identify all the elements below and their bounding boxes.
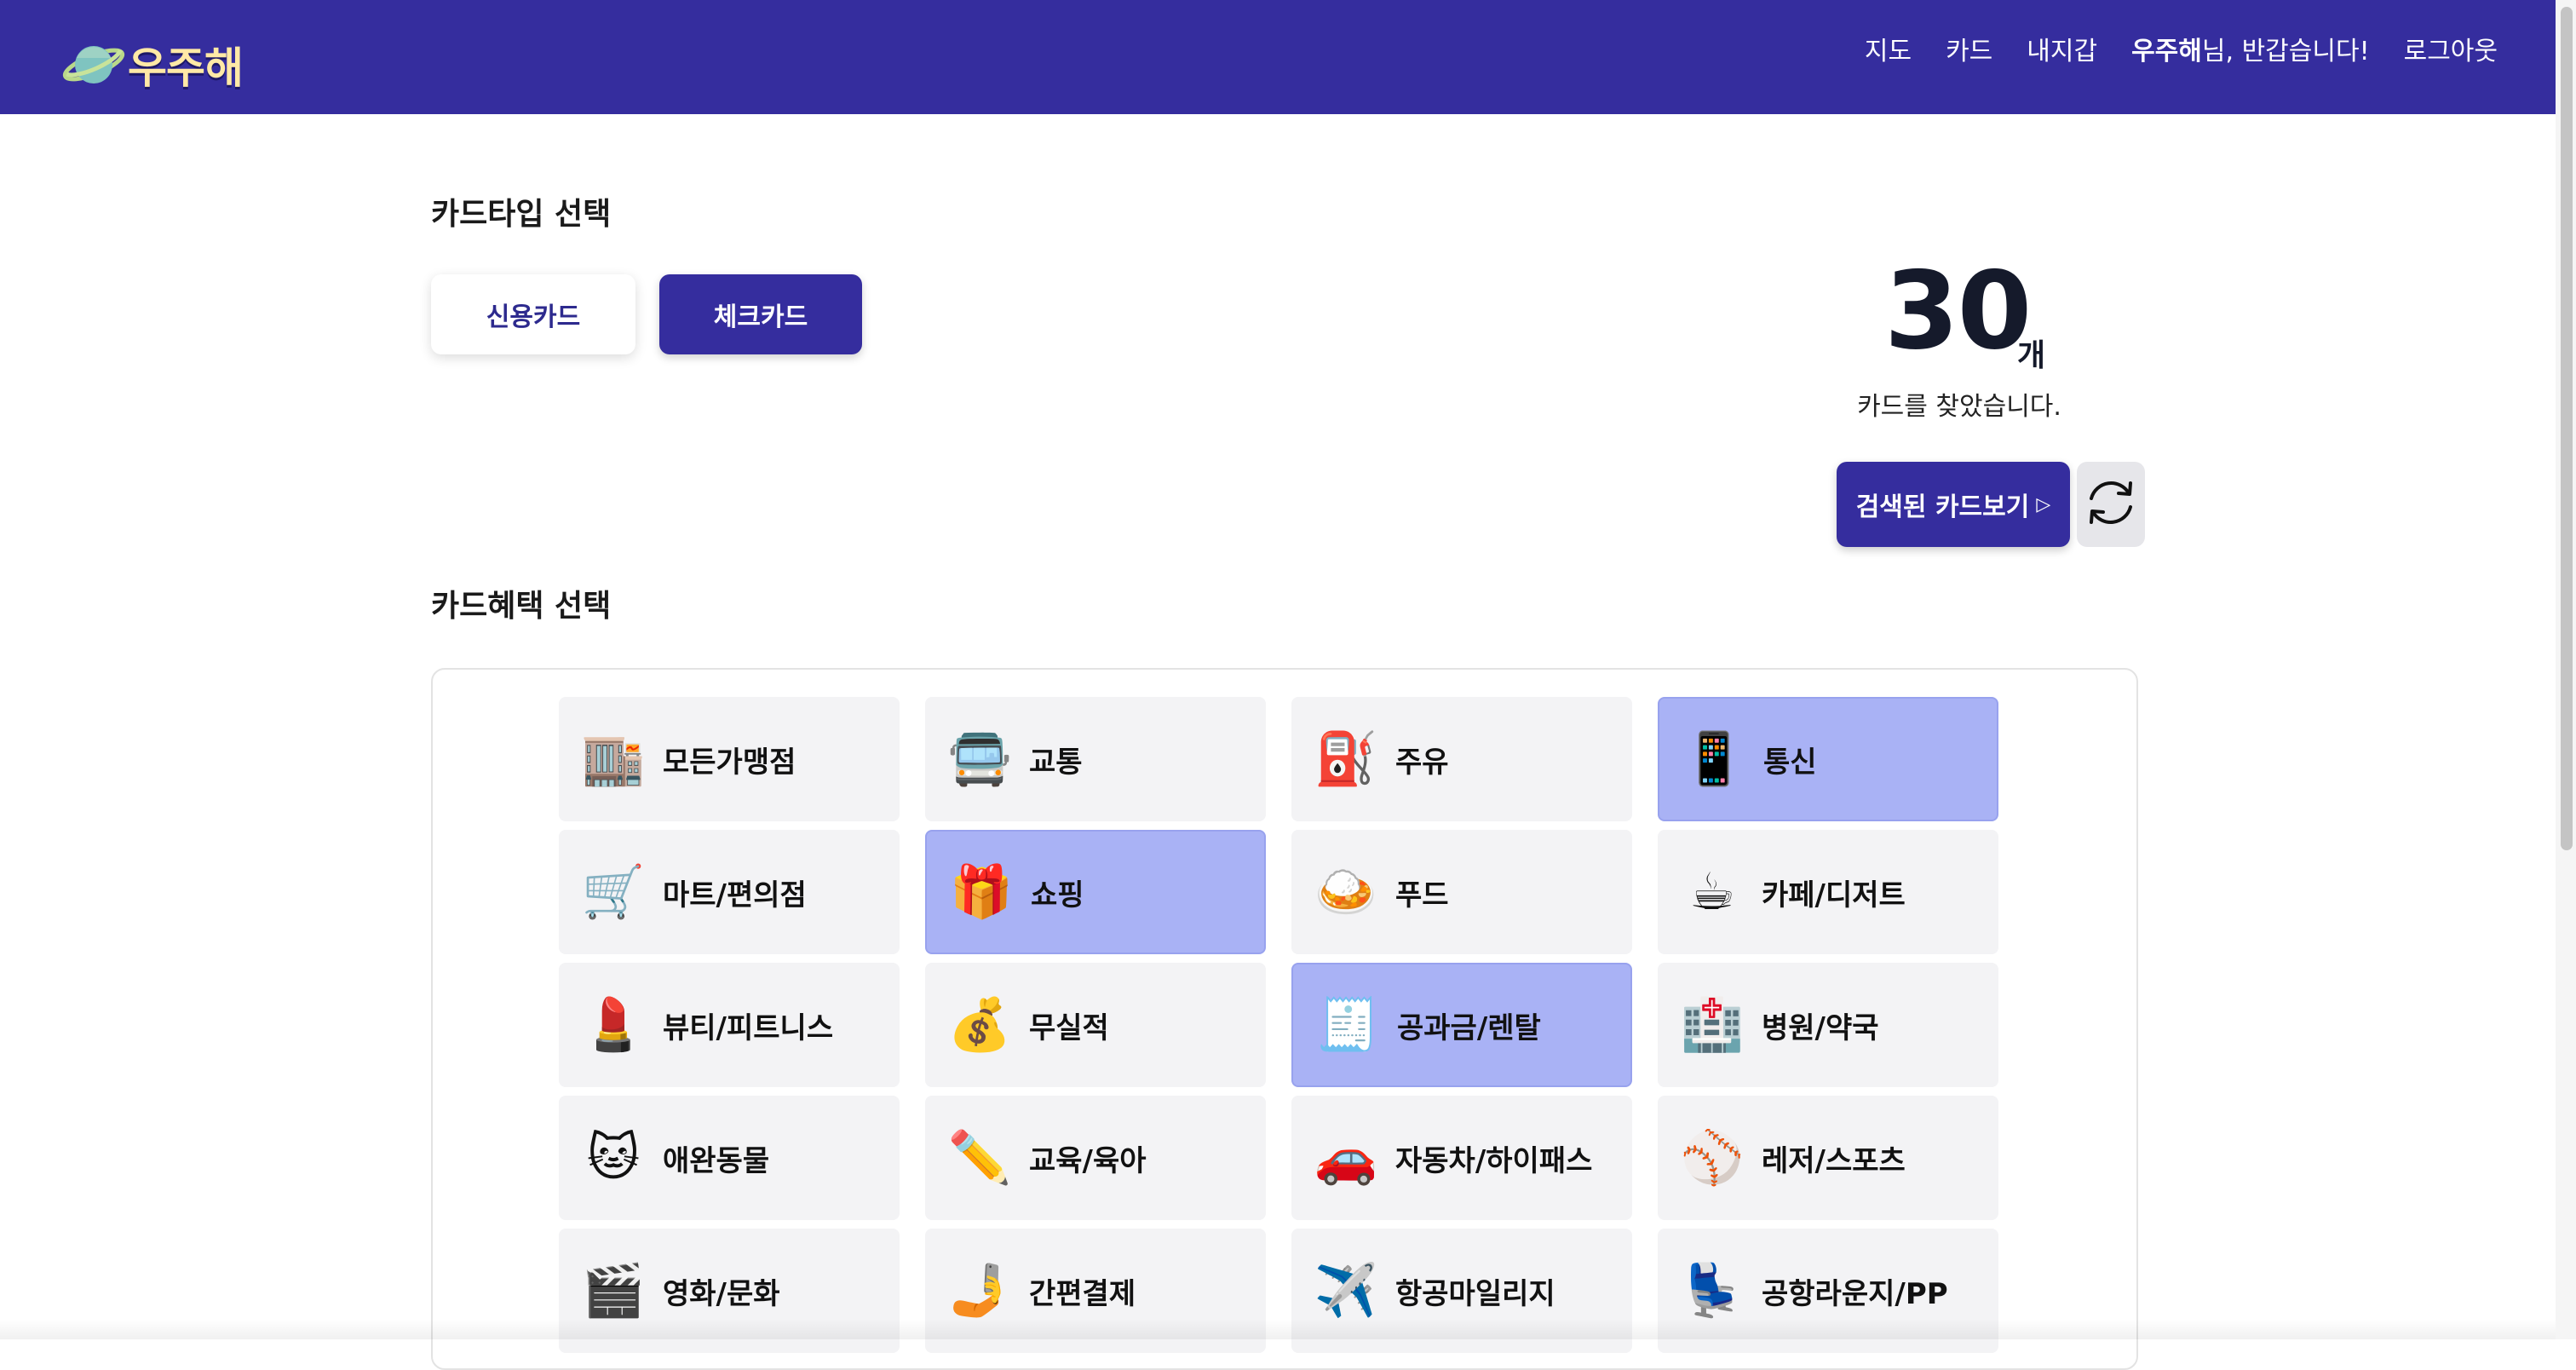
refresh-icon [2083, 475, 2139, 534]
card-count: 30 [1884, 248, 2032, 373]
scrollbar-thumb[interactable] [2561, 7, 2573, 850]
reset-button[interactable] [2077, 462, 2145, 547]
logo-text: 우주해 [128, 43, 244, 93]
nav-links: 지도 카드 내지갑 우주해님, 반갑습니다! 로그아웃 [1831, 27, 2498, 70]
logout-link[interactable]: 로그아웃 [2404, 30, 2498, 67]
benefit-item[interactable]: 🏥 병원/약국 [1658, 963, 1998, 1087]
benefit-item[interactable]: 🚗 자동차/하이패스 [1291, 1096, 1632, 1220]
benefit-label: 통신 [1763, 745, 1817, 780]
fuel-pump-icon: ⛽ [1314, 729, 1378, 789]
benefit-item[interactable]: 🚍 교통 [925, 697, 1266, 821]
benefit-label: 항공마일리지 [1395, 1276, 1555, 1311]
mobile-phone-icon: 📱 [1682, 729, 1746, 789]
benefit-label: 쇼핑 [1031, 878, 1084, 912]
page-scrollbar[interactable] [2556, 0, 2576, 1339]
baseball-icon: ⚾ [1680, 1128, 1745, 1188]
gift-icon: 🎁 [949, 862, 1014, 922]
receipt-icon: 🧾 [1315, 995, 1380, 1055]
bottom-shadow [0, 1319, 2556, 1339]
lipstick-icon: 💄 [581, 995, 646, 1055]
benefit-label: 뷰티/피트니스 [663, 1010, 834, 1045]
money-bag-icon: 💰 [947, 995, 1012, 1055]
airplane-icon: ✈️ [1314, 1261, 1378, 1321]
benefit-item[interactable]: ⚾ 레저/스포츠 [1658, 1096, 1998, 1220]
benefit-label: 교육/육아 [1029, 1143, 1147, 1178]
benefit-label: 공항라운지/PP [1762, 1276, 1948, 1311]
benefit-label: 카페/디저트 [1762, 878, 1906, 912]
top-navbar: 우주해 지도 카드 내지갑 우주해님, 반갑습니다! 로그아웃 [0, 0, 2576, 114]
benefit-label: 간편결제 [1029, 1276, 1136, 1311]
benefit-item[interactable]: 🍛 푸드 [1291, 830, 1632, 954]
bus-icon: 🚍 [947, 729, 1012, 789]
nav-card-link[interactable]: 카드 [1946, 30, 1992, 67]
selfie-phone-icon: 🤳 [947, 1261, 1012, 1321]
benefit-item[interactable]: ☕ 카페/디저트 [1658, 830, 1998, 954]
benefit-label: 모든가맹점 [663, 745, 796, 780]
seat-icon: 💺 [1680, 1261, 1745, 1321]
benefit-item[interactable]: 🏬 모든가맹점 [559, 697, 900, 821]
view-searched-cards-button[interactable]: 검색된 카드보기 ▷ [1837, 462, 2070, 547]
benefit-label: 병원/약국 [1762, 1010, 1879, 1045]
benefit-item[interactable]: 🐱 애완동물 [559, 1096, 900, 1220]
user-name: 우주해 [2131, 37, 2202, 66]
result-count: 30 개 [1857, 247, 2079, 383]
benefit-label: 무실적 [1029, 1010, 1109, 1045]
benefit-label: 교통 [1029, 745, 1083, 780]
coffee-icon: ☕ [1689, 862, 1735, 922]
nav-map-link[interactable]: 지도 [1865, 30, 1912, 67]
benefit-label: 푸드 [1395, 878, 1449, 912]
shopping-cart-icon: 🛒 [581, 862, 646, 922]
benefit-label: 마트/편의점 [663, 878, 807, 912]
nav-wallet-link[interactable]: 내지갑 [2027, 30, 2097, 67]
benefit-item[interactable]: ✏️ 교육/육아 [925, 1096, 1266, 1220]
cat-icon: 🐱 [586, 1128, 641, 1188]
benefit-title: 카드혜택 선택 [431, 589, 612, 624]
play-arrow-icon: ▷ [2036, 493, 2051, 515]
benefit-label: 주유 [1395, 745, 1449, 780]
pencil-icon: ✏️ [947, 1128, 1012, 1188]
benefit-item[interactable]: 🛒 마트/편의점 [559, 830, 900, 954]
benefit-item[interactable]: 💰 무실적 [925, 963, 1266, 1087]
benefit-item[interactable]: 💄 뷰티/피트니스 [559, 963, 900, 1087]
benefit-grid: 🏬 모든가맹점 🚍 교통 ⛽ 주유 📱 통신 🛒 마트/편의점 🎁 쇼핑 🍛 푸드 ☕ 카페/디저트 💄 뷰티/피… [559, 697, 1998, 1353]
greeting-text: 님, 반갑습니다! [2201, 37, 2370, 66]
user-greeting: 우주해님, 반갑습니다! [2131, 30, 2370, 67]
clapper-board-icon: 🎬 [581, 1261, 646, 1321]
view-button-label: 검색된 카드보기 [1855, 492, 2030, 522]
found-text: 카드를 찾았습니다. [1857, 392, 2061, 422]
benefit-item[interactable]: 🧾 공과금/렌탈 [1291, 963, 1632, 1087]
credit-card-button[interactable]: 신용카드 [431, 274, 635, 354]
car-icon: 🚗 [1314, 1128, 1378, 1188]
hospital-icon: 🏥 [1680, 995, 1745, 1055]
curry-rice-icon: 🍛 [1314, 862, 1378, 922]
benefit-item[interactable]: ⛽ 주유 [1291, 697, 1632, 821]
benefit-label: 영화/문화 [663, 1276, 780, 1311]
logo[interactable]: 우주해 [61, 32, 244, 97]
benefit-label: 자동차/하이패스 [1395, 1143, 1593, 1178]
benefit-label: 레저/스포츠 [1762, 1143, 1906, 1178]
benefit-label: 공과금/렌탈 [1397, 1010, 1541, 1045]
card-type-title: 카드타입 선택 [431, 197, 612, 232]
department-store-icon: 🏬 [581, 729, 646, 789]
planet-icon [61, 32, 126, 97]
check-card-button[interactable]: 체크카드 [659, 274, 862, 354]
benefit-label: 애완동물 [663, 1143, 770, 1178]
benefit-item[interactable]: 🎁 쇼핑 [925, 830, 1266, 954]
benefit-item[interactable]: 📱 통신 [1658, 697, 1998, 821]
card-count-unit: 개 [2017, 338, 2046, 373]
